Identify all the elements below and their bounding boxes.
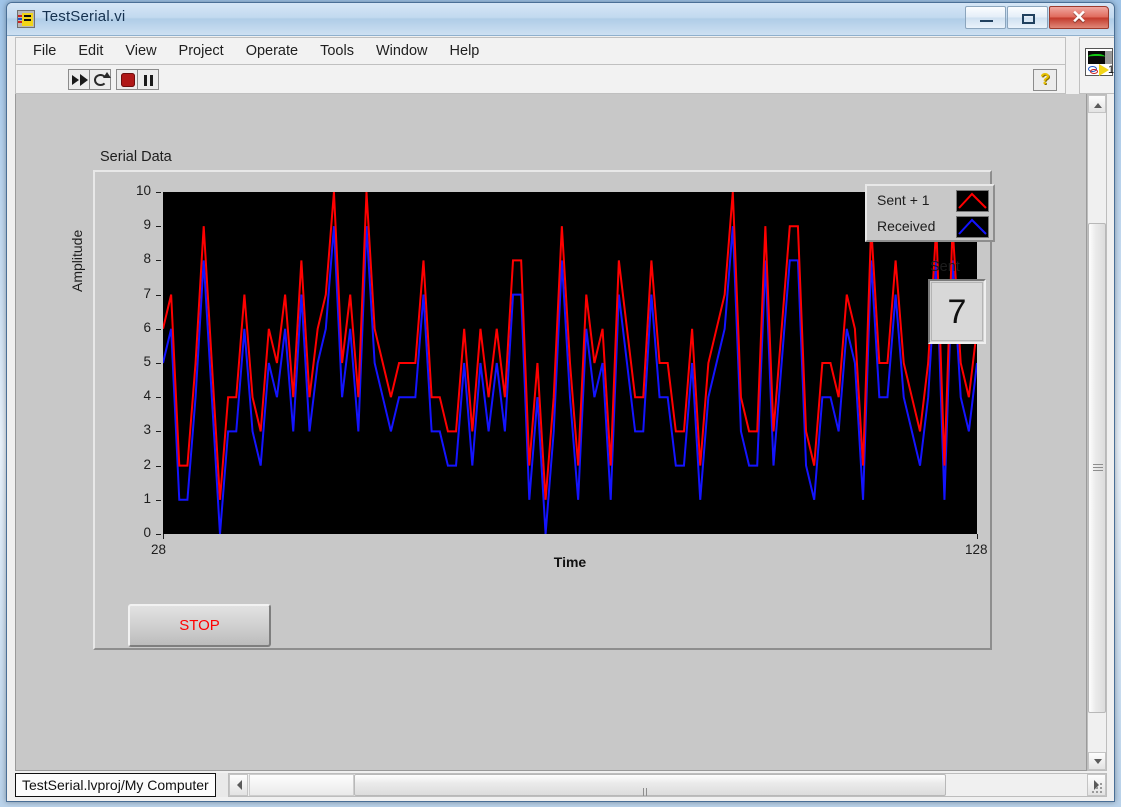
maximize-button[interactable] bbox=[1007, 6, 1048, 29]
context-help-button[interactable]: ? bbox=[1033, 69, 1057, 91]
y-tick-mark bbox=[156, 499, 161, 501]
legend-row-received[interactable]: Received bbox=[877, 216, 993, 240]
close-button[interactable]: ✕ bbox=[1049, 6, 1109, 29]
project-path-label: TestSerial.lvproj/My Computer bbox=[15, 773, 216, 797]
abort-execution-button[interactable] bbox=[116, 68, 138, 90]
legend-label-received: Received bbox=[877, 218, 936, 234]
y-tick-mark bbox=[156, 465, 161, 467]
y-axis-label: Amplitude bbox=[69, 229, 85, 292]
scroll-left-button[interactable] bbox=[229, 774, 248, 796]
pause-button[interactable] bbox=[137, 68, 159, 90]
y-tick-label: 4 bbox=[143, 388, 151, 404]
y-tick-label: 8 bbox=[143, 251, 151, 267]
vertical-scrollbar-thumb[interactable] bbox=[1088, 223, 1106, 713]
sent-indicator: 7 bbox=[928, 279, 986, 344]
horizontal-scrollbar-pad[interactable] bbox=[249, 774, 354, 796]
x-tick-mark bbox=[163, 534, 164, 539]
sent-indicator-value: 7 bbox=[931, 282, 983, 341]
y-tick-label: 6 bbox=[143, 319, 151, 335]
y-tick-mark bbox=[156, 192, 161, 193]
y-tick-label: 3 bbox=[143, 422, 151, 438]
menu-item-window[interactable]: Window bbox=[365, 40, 439, 62]
menu-item-project[interactable]: Project bbox=[168, 40, 235, 62]
y-tick-mark bbox=[156, 397, 161, 399]
legend-swatch-received[interactable] bbox=[956, 216, 989, 238]
run-arrow-icon bbox=[72, 74, 79, 85]
horizontal-scrollbar[interactable] bbox=[228, 773, 1107, 797]
scrollbar-grip-icon bbox=[1093, 464, 1103, 471]
maximize-icon bbox=[1022, 14, 1035, 24]
graph-title-label: Serial Data bbox=[100, 149, 172, 165]
menu-item-tools[interactable]: Tools bbox=[309, 40, 365, 62]
labview-vi-icon bbox=[17, 10, 35, 28]
y-tick-label: 5 bbox=[143, 354, 151, 369]
y-tick-label: 10 bbox=[135, 183, 151, 198]
vertical-scrollbar[interactable] bbox=[1087, 94, 1107, 771]
y-tick-mark bbox=[156, 363, 161, 364]
minimize-icon bbox=[980, 20, 993, 22]
pause-icon bbox=[144, 74, 147, 86]
scrollbar-grip-icon-h bbox=[643, 783, 651, 796]
y-tick-mark bbox=[156, 226, 161, 228]
legend-row-sent[interactable]: Sent + 1 bbox=[877, 190, 993, 214]
legend-swatch-sent[interactable] bbox=[956, 190, 989, 212]
run-arrow-icon-head bbox=[80, 73, 88, 86]
y-tick-label: 7 bbox=[143, 285, 151, 301]
y-tick-mark bbox=[156, 294, 161, 296]
sent-indicator-label: Sent bbox=[930, 259, 960, 275]
title-bar: TestSerial.vi ✕ bbox=[7, 3, 1114, 36]
x-axis-label: Time bbox=[553, 554, 587, 570]
horizontal-scrollbar-thumb[interactable] bbox=[354, 774, 946, 796]
resize-grip-icon[interactable] bbox=[1092, 783, 1104, 795]
menu-bar: File Edit View Project Operate Tools Win… bbox=[15, 37, 1066, 64]
window-controls: ✕ bbox=[965, 6, 1110, 31]
x-tick-mark bbox=[977, 534, 978, 539]
labview-window: TestSerial.vi ✕ File Edit View Project O… bbox=[6, 2, 1115, 802]
series-sent bbox=[163, 192, 977, 500]
stop-button[interactable]: STOP bbox=[128, 604, 271, 647]
window-title: TestSerial.vi bbox=[42, 8, 126, 25]
status-bar: TestSerial.lvproj/My Computer bbox=[15, 773, 1107, 797]
toolbar-button-group bbox=[68, 68, 159, 90]
plot-legend[interactable]: Sent + 1 Received bbox=[865, 184, 995, 242]
y-tick-label: 0 bbox=[143, 525, 151, 540]
scroll-down-button[interactable] bbox=[1088, 752, 1106, 770]
y-tick-mark bbox=[156, 534, 161, 535]
y-tick-mark bbox=[156, 260, 161, 262]
series-received bbox=[163, 226, 977, 534]
chevron-left-icon bbox=[237, 780, 242, 790]
menu-item-view[interactable]: View bbox=[114, 40, 167, 62]
vi-toolbar: ? bbox=[15, 64, 1066, 94]
close-icon: ✕ bbox=[1071, 7, 1087, 27]
y-tick-label: 2 bbox=[143, 456, 151, 472]
run-continuously-icon-arrow bbox=[103, 71, 111, 78]
vi-icon-pane[interactable]: 1 bbox=[1079, 37, 1115, 94]
chevron-down-icon bbox=[1094, 759, 1102, 764]
minimize-button[interactable] bbox=[965, 6, 1006, 29]
chevron-up-icon bbox=[1094, 103, 1102, 108]
waveform-chart[interactable]: Amplitude 0 1 2 3 4 5 6 7 8 9 10 28 128 Time Sent +… bbox=[69, 170, 995, 650]
pause-icon-bar2 bbox=[150, 74, 153, 86]
run-button[interactable] bbox=[68, 68, 90, 90]
abort-execution-icon bbox=[121, 72, 135, 87]
y-tick-mark bbox=[156, 328, 161, 330]
front-panel: Serial Data Amplitude 0 1 2 3 4 5 6 7 8 9 10 28 128… bbox=[15, 94, 1087, 771]
run-continuously-button[interactable] bbox=[89, 68, 111, 90]
menu-item-edit[interactable]: Edit bbox=[67, 40, 114, 62]
y-tick-label: 1 bbox=[143, 490, 151, 506]
screen-root: TestSerial.vi ✕ File Edit View Project O… bbox=[0, 0, 1121, 807]
scroll-up-button[interactable] bbox=[1088, 95, 1106, 113]
legend-label-sent: Sent + 1 bbox=[877, 192, 930, 208]
menu-item-file[interactable]: File bbox=[22, 40, 67, 62]
plot-area[interactable] bbox=[163, 192, 977, 534]
vi-icon-number: 1 bbox=[1108, 64, 1115, 76]
plot-svg bbox=[163, 192, 977, 534]
menu-item-operate[interactable]: Operate bbox=[235, 40, 309, 62]
y-tick-mark bbox=[156, 431, 161, 433]
y-tick-label: 9 bbox=[143, 217, 151, 233]
menu-item-help[interactable]: Help bbox=[439, 40, 491, 62]
